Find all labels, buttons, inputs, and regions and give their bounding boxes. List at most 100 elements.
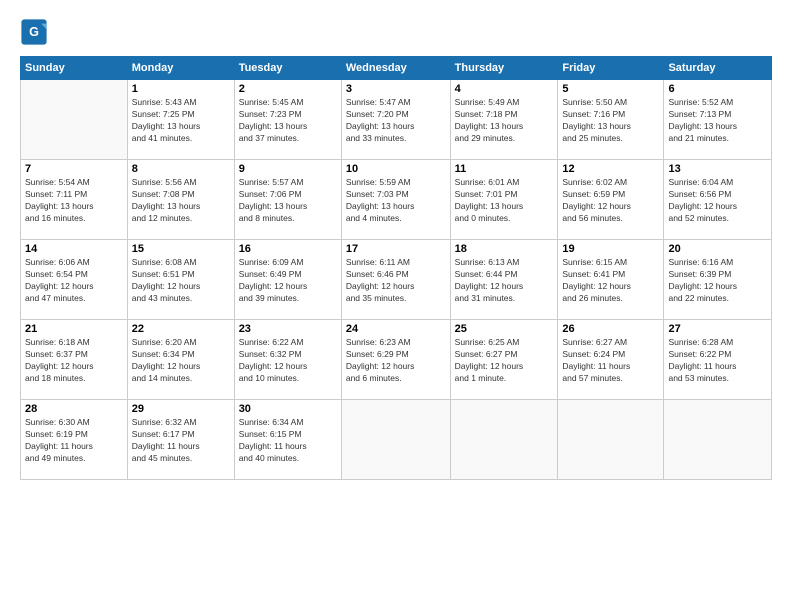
day-info: Sunrise: 5:54 AMSunset: 7:11 PMDaylight:… [25, 177, 123, 225]
day-number: 16 [239, 243, 337, 255]
calendar-cell: 12 Sunrise: 6:02 AMSunset: 6:59 PMDayligh… [558, 160, 664, 240]
day-info: Sunrise: 5:45 AMSunset: 7:23 PMDaylight:… [239, 97, 337, 145]
day-number: 5 [562, 83, 659, 95]
day-info: Sunrise: 5:59 AMSunset: 7:03 PMDaylight:… [346, 177, 446, 225]
day-number: 28 [25, 403, 123, 415]
calendar-cell: 30 Sunrise: 6:34 AMSunset: 6:15 PMDayligh… [234, 400, 341, 480]
calendar-cell: 17 Sunrise: 6:11 AMSunset: 6:46 PMDayligh… [341, 240, 450, 320]
day-number: 11 [455, 163, 554, 175]
day-info: Sunrise: 6:04 AMSunset: 6:56 PMDaylight:… [668, 177, 767, 225]
calendar-cell: 13 Sunrise: 6:04 AMSunset: 6:56 PMDayligh… [664, 160, 772, 240]
day-number: 23 [239, 323, 337, 335]
day-info: Sunrise: 6:23 AMSunset: 6:29 PMDaylight:… [346, 337, 446, 385]
calendar-cell: 9 Sunrise: 5:57 AMSunset: 7:06 PMDaylight… [234, 160, 341, 240]
day-info: Sunrise: 6:16 AMSunset: 6:39 PMDaylight:… [668, 257, 767, 305]
day-number: 17 [346, 243, 446, 255]
day-info: Sunrise: 6:09 AMSunset: 6:49 PMDaylight:… [239, 257, 337, 305]
day-number: 1 [132, 83, 230, 95]
day-info: Sunrise: 6:34 AMSunset: 6:15 PMDaylight:… [239, 417, 337, 465]
calendar-cell: 16 Sunrise: 6:09 AMSunset: 6:49 PMDayligh… [234, 240, 341, 320]
calendar-cell [558, 400, 664, 480]
day-number: 20 [668, 243, 767, 255]
day-info: Sunrise: 5:56 AMSunset: 7:08 PMDaylight:… [132, 177, 230, 225]
day-number: 21 [25, 323, 123, 335]
calendar-cell [450, 400, 558, 480]
calendar-cell: 22 Sunrise: 6:20 AMSunset: 6:34 PMDayligh… [127, 320, 234, 400]
day-info: Sunrise: 6:02 AMSunset: 6:59 PMDaylight:… [562, 177, 659, 225]
day-info: Sunrise: 6:20 AMSunset: 6:34 PMDaylight:… [132, 337, 230, 385]
day-number: 15 [132, 243, 230, 255]
calendar-cell: 1 Sunrise: 5:43 AMSunset: 7:25 PMDaylight… [127, 80, 234, 160]
day-number: 22 [132, 323, 230, 335]
day-number: 4 [455, 83, 554, 95]
day-number: 29 [132, 403, 230, 415]
day-number: 10 [346, 163, 446, 175]
day-info: Sunrise: 6:13 AMSunset: 6:44 PMDaylight:… [455, 257, 554, 305]
calendar-week-row: 14 Sunrise: 6:06 AMSunset: 6:54 PMDayligh… [21, 240, 772, 320]
day-number: 8 [132, 163, 230, 175]
day-number: 26 [562, 323, 659, 335]
calendar-cell: 21 Sunrise: 6:18 AMSunset: 6:37 PMDayligh… [21, 320, 128, 400]
calendar-cell: 24 Sunrise: 6:23 AMSunset: 6:29 PMDayligh… [341, 320, 450, 400]
day-info: Sunrise: 6:27 AMSunset: 6:24 PMDaylight:… [562, 337, 659, 385]
day-info: Sunrise: 5:52 AMSunset: 7:13 PMDaylight:… [668, 97, 767, 145]
logo: G [20, 18, 52, 46]
calendar-cell: 10 Sunrise: 5:59 AMSunset: 7:03 PMDayligh… [341, 160, 450, 240]
calendar-cell: 5Sunrise: 5:50 AMSunset: 7:16 PMDaylight… [558, 80, 664, 160]
day-number: 24 [346, 323, 446, 335]
calendar-cell: 28 Sunrise: 6:30 AMSunset: 6:19 PMDayligh… [21, 400, 128, 480]
calendar-cell: 19 Sunrise: 6:15 AMSunset: 6:41 PMDayligh… [558, 240, 664, 320]
calendar-table: SundayMondayTuesdayWednesdayThursdayFrid… [20, 56, 772, 480]
calendar-cell [341, 400, 450, 480]
day-info: Sunrise: 5:49 AMSunset: 7:18 PMDaylight:… [455, 97, 554, 145]
calendar-cell: 14 Sunrise: 6:06 AMSunset: 6:54 PMDayligh… [21, 240, 128, 320]
day-number: 13 [668, 163, 767, 175]
header-tuesday: Tuesday [234, 57, 341, 80]
day-number: 27 [668, 323, 767, 335]
svg-text:G: G [29, 25, 39, 39]
day-info: Sunrise: 5:57 AMSunset: 7:06 PMDaylight:… [239, 177, 337, 225]
day-number: 30 [239, 403, 337, 415]
day-number: 7 [25, 163, 123, 175]
day-number: 6 [668, 83, 767, 95]
calendar-cell: 6 Sunrise: 5:52 AMSunset: 7:13 PMDaylight… [664, 80, 772, 160]
calendar-header-row: SundayMondayTuesdayWednesdayThursdayFrid… [21, 57, 772, 80]
day-info: Sunrise: 6:08 AMSunset: 6:51 PMDaylight:… [132, 257, 230, 305]
header-wednesday: Wednesday [341, 57, 450, 80]
calendar-cell: 3 Sunrise: 5:47 AMSunset: 7:20 PMDaylight… [341, 80, 450, 160]
calendar-week-row: 28 Sunrise: 6:30 AMSunset: 6:19 PMDayligh… [21, 400, 772, 480]
calendar-cell: 25Sunrise: 6:25 AMSunset: 6:27 PMDayligh… [450, 320, 558, 400]
day-info: Sunrise: 6:22 AMSunset: 6:32 PMDaylight:… [239, 337, 337, 385]
day-number: 2 [239, 83, 337, 95]
calendar-cell: 20 Sunrise: 6:16 AMSunset: 6:39 PMDayligh… [664, 240, 772, 320]
day-number: 14 [25, 243, 123, 255]
day-info: Sunrise: 6:28 AMSunset: 6:22 PMDaylight:… [668, 337, 767, 385]
day-number: 19 [562, 243, 659, 255]
day-info: Sunrise: 5:43 AMSunset: 7:25 PMDaylight:… [132, 97, 230, 145]
header-sunday: Sunday [21, 57, 128, 80]
day-info: Sunrise: 6:15 AMSunset: 6:41 PMDaylight:… [562, 257, 659, 305]
page-header: G [20, 18, 772, 46]
calendar-cell: 23 Sunrise: 6:22 AMSunset: 6:32 PMDayligh… [234, 320, 341, 400]
day-number: 9 [239, 163, 337, 175]
day-info: Sunrise: 5:47 AMSunset: 7:20 PMDaylight:… [346, 97, 446, 145]
calendar-cell: 29 Sunrise: 6:32 AMSunset: 6:17 PMDayligh… [127, 400, 234, 480]
day-info: Sunrise: 6:30 AMSunset: 6:19 PMDaylight:… [25, 417, 123, 465]
day-number: 12 [562, 163, 659, 175]
day-number: 3 [346, 83, 446, 95]
calendar-cell: 4 Sunrise: 5:49 AMSunset: 7:18 PMDaylight… [450, 80, 558, 160]
calendar-cell: 15 Sunrise: 6:08 AMSunset: 6:51 PMDayligh… [127, 240, 234, 320]
header-monday: Monday [127, 57, 234, 80]
day-number: 25 [455, 323, 554, 335]
calendar-cell: 7 Sunrise: 5:54 AMSunset: 7:11 PMDaylight… [21, 160, 128, 240]
day-info: Sunrise: 6:01 AMSunset: 7:01 PMDaylight:… [455, 177, 554, 225]
day-info: Sunrise: 6:18 AMSunset: 6:37 PMDaylight:… [25, 337, 123, 385]
header-saturday: Saturday [664, 57, 772, 80]
header-friday: Friday [558, 57, 664, 80]
day-info: Sunrise: 6:11 AMSunset: 6:46 PMDaylight:… [346, 257, 446, 305]
calendar-week-row: 21 Sunrise: 6:18 AMSunset: 6:37 PMDayligh… [21, 320, 772, 400]
calendar-cell [664, 400, 772, 480]
day-info: Sunrise: 6:06 AMSunset: 6:54 PMDaylight:… [25, 257, 123, 305]
calendar-cell: 18Sunrise: 6:13 AMSunset: 6:44 PMDayligh… [450, 240, 558, 320]
day-info: Sunrise: 6:32 AMSunset: 6:17 PMDaylight:… [132, 417, 230, 465]
